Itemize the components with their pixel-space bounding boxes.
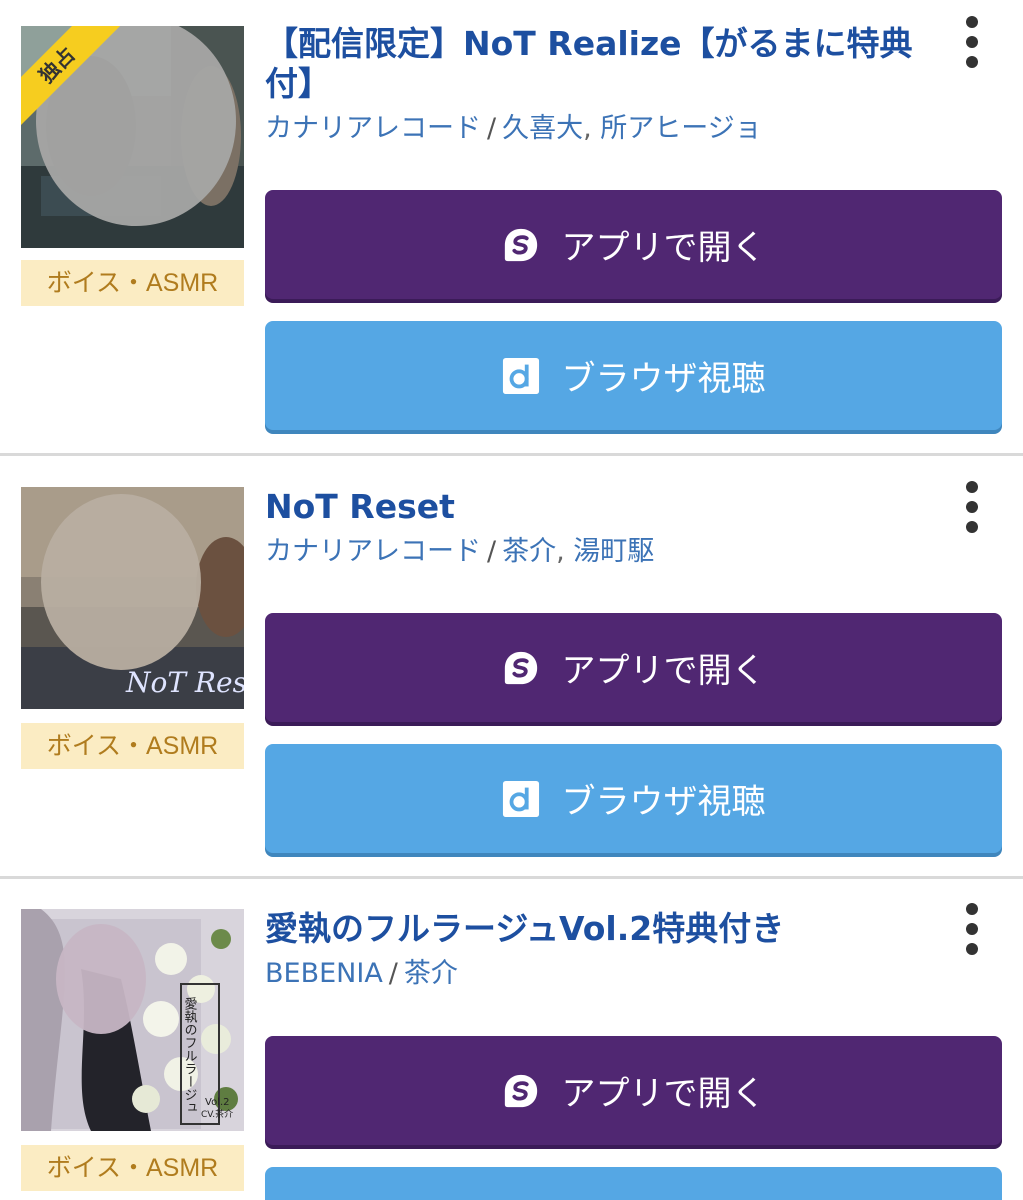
more-vertical-icon[interactable] [958, 10, 986, 74]
product-item: 愛執のフルラージュ Vol.2 CV.茶介 ボイス・ASMR 愛執のフルラージュ… [0, 879, 1023, 1200]
cast-comma: , [583, 113, 592, 144]
cover-art-2: NoT Reset [21, 487, 244, 709]
genre-tag: ボイス・ASMR [21, 1145, 244, 1191]
browser-view-label: ブラウザ視聴 [561, 359, 766, 399]
open-in-app-button[interactable]: アプリで開く [265, 1036, 1002, 1145]
genre-tag: ボイス・ASMR [21, 723, 244, 769]
d-logo-icon [502, 780, 540, 818]
cover-title-text: 愛執のフルラージュ [182, 997, 198, 1114]
cover-image[interactable]: 愛執のフルラージュ Vol.2 CV.茶介 [21, 909, 244, 1131]
d-logo-icon [502, 357, 540, 395]
cover-cv-text: CV.茶介 [201, 1108, 233, 1120]
app-logo-icon [502, 1072, 540, 1110]
cast-link[interactable]: 茶介 [502, 536, 556, 567]
cover-image[interactable]: 独占 [21, 26, 244, 248]
product-meta: カナリアレコード / 久喜大, 所アヒージョ [265, 112, 965, 146]
product-item: NoT Reset ボイス・ASMR NoT Reset カナリアレコード/茶介… [0, 457, 1023, 877]
cover-image[interactable]: NoT Reset [21, 487, 244, 709]
item-divider [0, 453, 1023, 456]
cast-comma: , [556, 536, 565, 567]
open-in-app-label: アプリで開く [561, 1074, 766, 1114]
open-in-app-button[interactable]: アプリで開く [265, 190, 1002, 299]
product-title[interactable]: NoT Reset [265, 487, 945, 527]
product-item: 独占 ボイス・ASMR 【配信限定】NoT Realize【がるまに特典付】 カ… [0, 0, 1023, 455]
more-vertical-icon[interactable] [958, 475, 986, 539]
app-logo-icon [502, 649, 540, 687]
browser-view-button[interactable]: ブラウザ視聴 [265, 321, 1002, 430]
product-title[interactable]: 【配信限定】NoT Realize【がるまに特典付】 [265, 24, 945, 104]
product-title[interactable]: 愛執のフルラージュVol.2特典付き [265, 909, 945, 949]
exclusive-badge: 独占 [21, 26, 141, 146]
cast-link[interactable]: 湯町駆 [573, 536, 654, 567]
browser-view-button[interactable] [265, 1167, 1002, 1200]
meta-separator: / [487, 113, 497, 144]
open-in-app-label: アプリで開く [561, 651, 766, 691]
open-in-app-button[interactable]: アプリで開く [265, 613, 1002, 722]
label-link[interactable]: カナリアレコード [265, 113, 481, 144]
label-link[interactable]: BEBENIA [265, 958, 383, 989]
more-vertical-icon[interactable] [958, 897, 986, 961]
cast-link[interactable]: 久喜大 [502, 113, 583, 144]
cast-link[interactable]: 所アヒージョ [600, 113, 761, 144]
label-link[interactable]: カナリアレコード [265, 536, 481, 567]
product-meta: カナリアレコード / 茶介, 湯町駆 [265, 535, 965, 569]
cover-art-3: 愛執のフルラージュ Vol.2 CV.茶介 [21, 909, 244, 1131]
cast-link[interactable]: 茶介 [404, 958, 458, 989]
genre-tag: ボイス・ASMR [21, 260, 244, 306]
browser-view-button[interactable]: ブラウザ視聴 [265, 744, 1002, 853]
product-meta: BEBENIA / 茶介 [265, 957, 965, 991]
meta-separator: / [487, 536, 497, 567]
app-logo-icon [502, 226, 540, 264]
exclusive-badge-label: 独占 [21, 26, 126, 134]
cover-subtext: Vol.2 [205, 1097, 230, 1108]
meta-separator: / [388, 958, 398, 989]
open-in-app-label: アプリで開く [561, 228, 766, 268]
cover-title-text: NoT Reset [125, 666, 244, 699]
browser-view-label: ブラウザ視聴 [561, 782, 766, 822]
